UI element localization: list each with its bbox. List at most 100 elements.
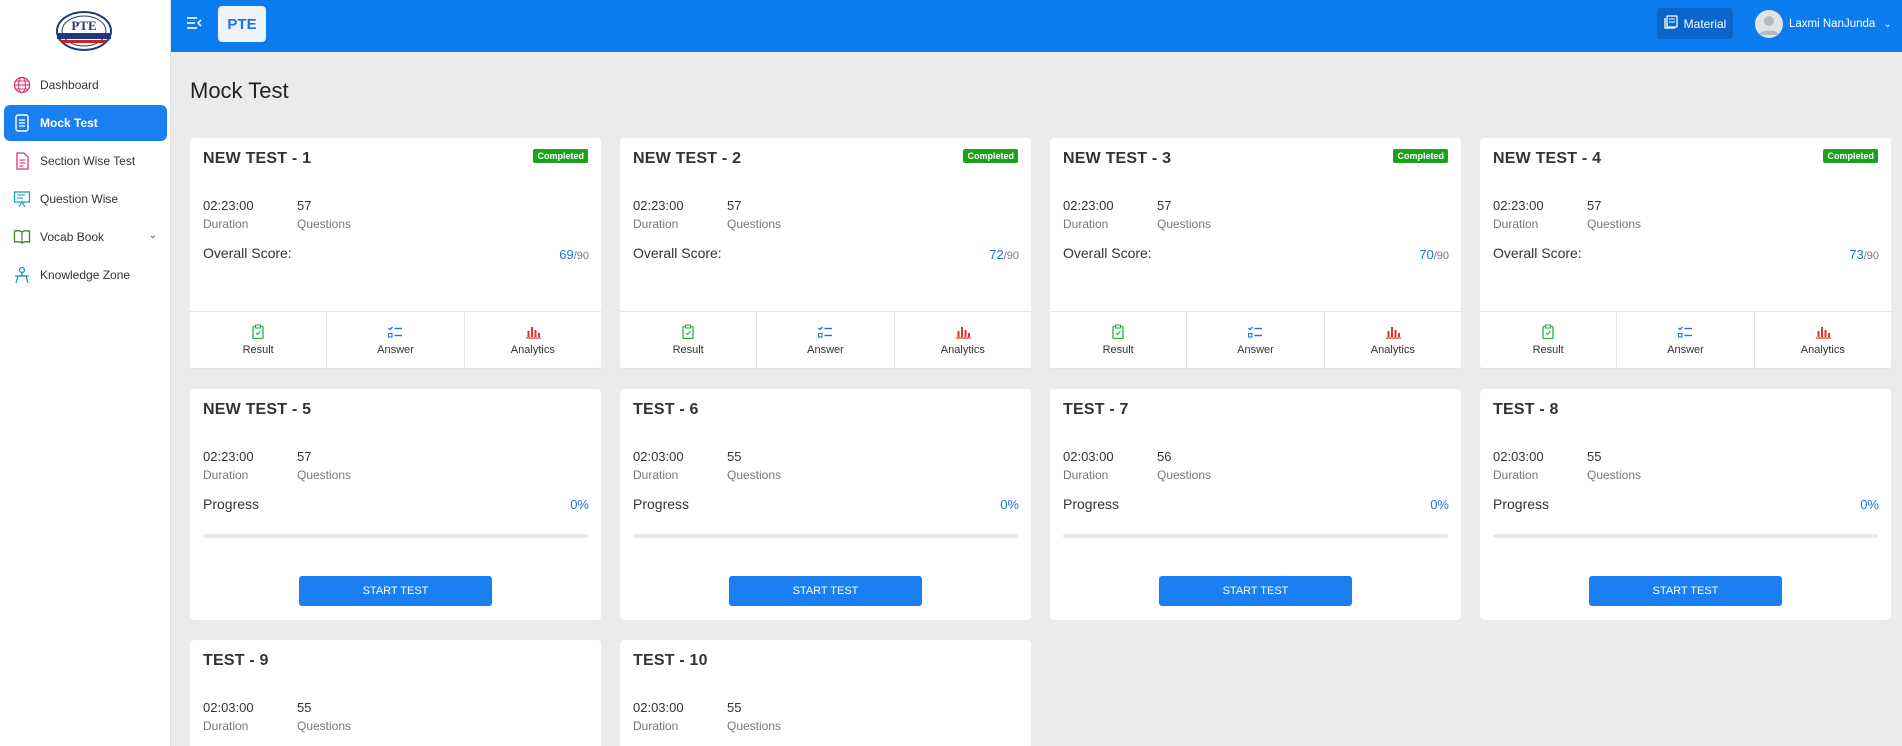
answer-button[interactable]: Answer [327,312,465,369]
duration-label: Duration [1493,468,1539,482]
duration-label: Duration [1063,468,1109,482]
analytics-button[interactable]: Analytics [1324,312,1461,369]
duration-value: 02:23:00 [1493,198,1544,213]
answer-button[interactable]: Answer [757,312,895,369]
questions-value: 57 [1157,198,1172,213]
sidebar-item-mock-test[interactable]: Mock Test [4,105,167,141]
pte-logo[interactable]: PTE [54,10,114,52]
status-badge: Completed [963,149,1018,163]
sidebar-item-vocab-book[interactable]: Vocab Book ⌄ [4,219,167,255]
result-label: Result [1532,344,1564,356]
score-value: 73 [1849,247,1864,262]
sidebar: PTE Dashboard Mock Test Section Wise Tes… [0,0,171,746]
questions-value: 57 [297,198,312,213]
answer-label: Answer [807,344,844,356]
answer-button[interactable]: Answer [1617,312,1755,369]
top-navbar: PTE Material Laxmi NanJunda ⌄ [171,0,1902,52]
start-test-button[interactable]: START TEST [1159,576,1352,606]
file-icon [12,151,32,171]
duration-value: 02:23:00 [633,198,684,213]
overall-score: 72/90 [989,247,1019,262]
page-title: Mock Test [190,78,289,103]
questions-label: Questions [727,217,782,231]
menu-toggle-icon[interactable] [186,16,204,34]
sidebar-item-question-wise[interactable]: Question Wise [4,181,167,217]
analytics-label: Analytics [1800,344,1845,356]
chevron-down-icon[interactable]: ⌄ [149,230,157,241]
material-button[interactable]: Material [1657,8,1733,39]
test-title: NEW TEST - 2 [633,150,742,167]
overall-score-label: Overall Score: [1493,245,1582,261]
duration-label: Duration [203,217,249,231]
result-button[interactable]: Result [190,312,328,369]
test-card: NEW TEST - 2 Completed 02:23:00 Duration … [620,138,1031,369]
bar-chart-icon [525,327,541,339]
duration-label: Duration [1063,217,1109,231]
score-max: /90 [1863,250,1879,262]
checklist-icon [388,326,403,338]
test-card: TEST - 6 02:03:00 Duration 55 Questions Pr… [620,389,1031,620]
sidebar-item-dashboard[interactable]: Dashboard [4,67,167,103]
questions-label: Questions [297,468,352,482]
test-card: TEST - 9 02:03:00 Duration 55 Questions [190,640,601,746]
status-badge: Completed [1393,149,1448,163]
sidebar-item-section-wise-test[interactable]: Section Wise Test [4,143,167,179]
material-label: Material [1683,16,1727,31]
result-button[interactable]: Result [1050,312,1188,369]
start-test-button[interactable]: START TEST [729,576,922,606]
questions-value: 55 [727,700,742,715]
duration-value: 02:03:00 [633,700,684,715]
user-menu[interactable]: Laxmi NanJunda ⌄ [1755,10,1892,38]
document-icon [12,113,32,133]
duration-label: Duration [1493,217,1539,231]
test-title: TEST - 6 [633,401,699,418]
test-title: TEST - 7 [1063,401,1129,418]
progress-bar [1493,534,1878,538]
overall-score: 70/90 [1419,247,1449,262]
knowledge-icon [12,265,32,285]
progress-bar [633,534,1018,538]
sidebar-item-knowledge-zone[interactable]: Knowledge Zone [4,257,167,293]
result-label: Result [1102,344,1134,356]
result-label: Result [672,344,704,356]
clipboard-icon [682,324,694,340]
bar-chart-icon [1815,327,1831,339]
questions-label: Questions [1587,468,1642,482]
start-test-button[interactable]: START TEST [1589,576,1782,606]
sidebar-item-label: Vocab Book [40,230,105,244]
checklist-icon [818,326,833,338]
brand-button[interactable]: PTE [218,6,266,42]
overall-score-label: Overall Score: [203,245,292,261]
result-button[interactable]: Result [1480,312,1618,369]
duration-value: 02:03:00 [203,700,254,715]
result-button[interactable]: Result [620,312,758,369]
sidebar-nav: Dashboard Mock Test Section Wise Test Qu… [0,67,171,295]
analytics-button[interactable]: Analytics [1754,312,1891,369]
test-card: NEW TEST - 5 02:23:00 Duration 57 Question… [190,389,601,620]
duration-value: 02:03:00 [1063,449,1114,464]
card-actions: Result Answer Analytics [1480,311,1891,369]
questions-label: Questions [1587,217,1642,231]
analytics-button[interactable]: Analytics [894,312,1031,369]
status-badge: Completed [533,149,588,163]
answer-label: Answer [1237,344,1274,356]
result-label: Result [242,344,274,356]
answer-button[interactable]: Answer [1187,312,1325,369]
score-max: /90 [573,250,589,262]
duration-label: Duration [633,719,679,733]
globe-icon [12,75,32,95]
status-badge: Completed [1823,149,1878,163]
book-icon [1664,15,1678,32]
card-actions: Result Answer Analytics [620,311,1031,369]
score-max: /90 [1003,250,1019,262]
clipboard-icon [1112,324,1124,340]
questions-value: 56 [1157,449,1172,464]
card-actions: Result Answer Analytics [190,311,601,369]
questions-label: Questions [727,719,782,733]
start-test-button[interactable]: START TEST [299,576,492,606]
sidebar-item-label: Section Wise Test [40,154,136,168]
clipboard-icon [252,324,264,340]
avatar [1755,10,1783,38]
analytics-button[interactable]: Analytics [464,312,601,369]
analytics-label: Analytics [1370,344,1415,356]
